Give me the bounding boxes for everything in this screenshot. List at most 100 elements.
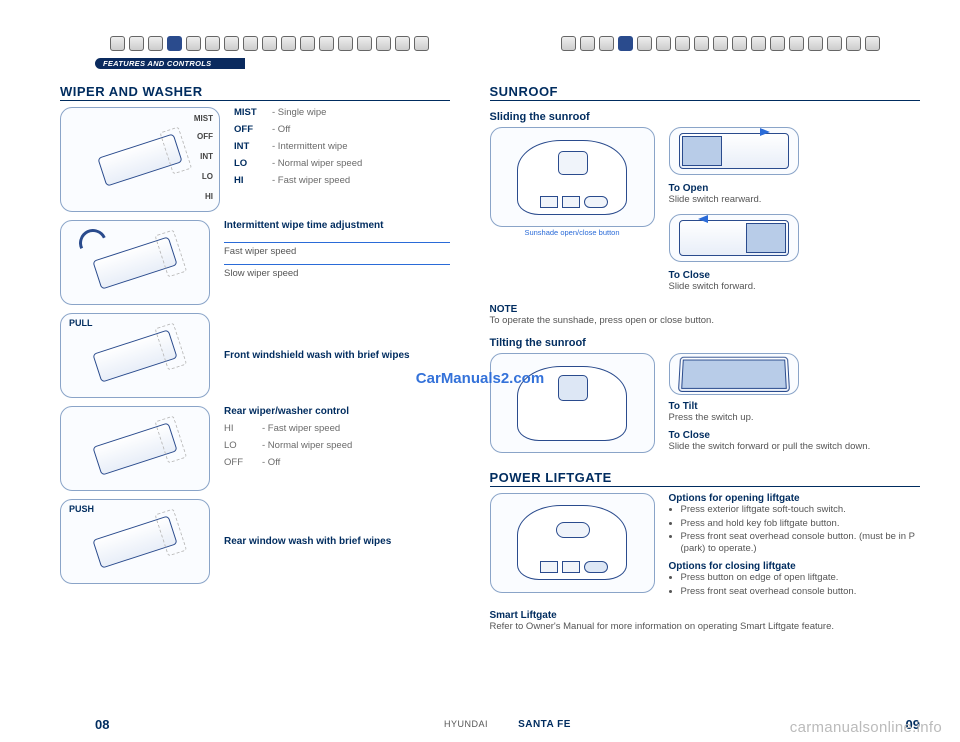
intermittent-illustration xyxy=(60,220,210,305)
tilt-close-label: To Close xyxy=(669,430,921,441)
model-label: SANTA FE xyxy=(518,719,571,730)
stalk-label-lo: LO xyxy=(202,172,213,181)
top-icon xyxy=(789,36,804,51)
sunroof-panel-icon xyxy=(679,133,789,169)
page-number-left: 08 xyxy=(95,717,109,732)
liftgate-console-illustration xyxy=(490,493,655,593)
wiper-stalk-icon xyxy=(97,133,182,186)
tilting-subhead: Tilting the sunroof xyxy=(490,337,921,349)
console-liftgate-highlight xyxy=(584,561,608,573)
sliding-subhead: Sliding the sunroof xyxy=(490,111,921,123)
sunroof-switch-icon xyxy=(558,151,588,175)
top-icon xyxy=(656,36,671,51)
top-icon xyxy=(148,36,163,51)
stalk-label-hi: HI xyxy=(205,192,213,201)
sunroof-close-illustration xyxy=(669,214,799,262)
list-item: Press button on edge of open liftgate. xyxy=(681,572,921,584)
sunshade-callout: Sunshade open/close button xyxy=(524,229,619,237)
sliding-console-illustration xyxy=(490,127,655,227)
top-icon xyxy=(580,36,595,51)
sliding-note-label: NOTE xyxy=(490,304,518,315)
rear-hi-term: HI xyxy=(224,423,256,434)
push-label: PUSH xyxy=(69,504,94,514)
console-open-btn xyxy=(540,196,558,208)
wiper-stalk-icon xyxy=(92,422,177,475)
push-desc: Rear window wash with brief wipes xyxy=(224,536,450,548)
smart-liftgate-text: Refer to Owner's Manual for more informa… xyxy=(490,621,921,633)
console-liftgate-btn xyxy=(584,196,608,208)
rear-defs: Rear wiper/washer control HI- Fast wiper… xyxy=(224,406,450,491)
term-mist: MIST xyxy=(234,107,266,118)
top-icon xyxy=(599,36,614,51)
rear-off-desc: - Off xyxy=(262,457,280,468)
desc-hi: - Fast wiper speed xyxy=(272,175,350,186)
rear-off-term: OFF xyxy=(224,457,256,468)
to-close-label: To Close xyxy=(669,270,921,281)
wiper-washer-title: WIPER AND WASHER xyxy=(60,84,450,101)
category-bar: FEATURES AND CONTROLS xyxy=(95,58,245,69)
top-icon xyxy=(319,36,334,51)
sunroof-panel-icon xyxy=(679,220,789,256)
wiper-modes-defs: MIST- Single wipe OFF- Off INT- Intermit… xyxy=(234,107,450,212)
push-row: PUSH Rear window wash with brief wipes xyxy=(60,499,450,584)
top-icon-strip-left xyxy=(110,36,429,51)
top-icon xyxy=(732,36,747,51)
top-icon xyxy=(338,36,353,51)
liftgate-title: POWER LIFTGATE xyxy=(490,470,921,487)
sliding-row: Sunshade open/close button To Open Slide… xyxy=(490,127,921,294)
list-item: Press exterior liftgate soft-touch switc… xyxy=(681,504,921,516)
top-icon xyxy=(186,36,201,51)
top-icon xyxy=(262,36,277,51)
top-icon xyxy=(827,36,842,51)
list-item: Press and hold key fob liftgate button. xyxy=(681,518,921,530)
console-close-btn xyxy=(562,561,580,573)
site-watermark: carmanualsonline.info xyxy=(790,719,942,736)
desc-mist: - Single wipe xyxy=(272,107,326,118)
sliding-note-text: To operate the sunshade, press open or c… xyxy=(490,315,921,327)
page: WIPER AND WASHER MIST OFF INT LO HI MIST… xyxy=(0,0,960,742)
console-liftgate-btn xyxy=(556,522,590,538)
top-icon xyxy=(414,36,429,51)
sunroof-switch-icon xyxy=(558,375,588,401)
top-icon xyxy=(865,36,880,51)
top-icon xyxy=(808,36,823,51)
wiper-stalk-illustration: MIST OFF INT LO HI xyxy=(60,107,220,212)
overhead-console-icon xyxy=(517,140,627,215)
sunroof-title: SUNROOF xyxy=(490,84,921,101)
top-icon xyxy=(846,36,861,51)
sunroof-open-illustration xyxy=(669,127,799,175)
rear-lo-desc: - Normal wiper speed xyxy=(262,440,352,451)
list-item: Press front seat overhead console button… xyxy=(681,586,921,598)
stalk-label-mist: MIST xyxy=(194,114,213,123)
smart-liftgate-title: Smart Liftgate xyxy=(490,610,921,621)
to-open-desc: Slide switch rearward. xyxy=(669,194,921,206)
intermittent-slow: Slow wiper speed xyxy=(224,264,450,280)
top-icon xyxy=(357,36,372,51)
intermittent-title: Intermittent wipe time adjustment xyxy=(224,220,450,232)
tilting-console-illustration xyxy=(490,353,655,453)
push-illustration: PUSH xyxy=(60,499,210,584)
to-open-label: To Open xyxy=(669,183,921,194)
top-icon xyxy=(300,36,315,51)
stalk-label-off: OFF xyxy=(197,132,213,141)
to-close-desc: Slide switch forward. xyxy=(669,281,921,293)
top-icon xyxy=(110,36,125,51)
liftgate-row: Options for opening liftgate Press exter… xyxy=(490,493,921,600)
tilting-row: To Tilt Press the switch up. To Close Sl… xyxy=(490,353,921,454)
close-options-title: Options for closing liftgate xyxy=(669,561,921,572)
console-close-btn xyxy=(562,196,580,208)
stalk-label-int: INT xyxy=(200,152,213,161)
sunroof-tilt-icon xyxy=(677,357,789,392)
desc-lo: - Normal wiper speed xyxy=(272,158,362,169)
term-lo: LO xyxy=(234,158,266,169)
console-open-btn xyxy=(540,561,558,573)
top-icon-active xyxy=(618,36,633,51)
top-icon xyxy=(243,36,258,51)
to-tilt-desc: Press the switch up. xyxy=(669,412,921,424)
close-options-list: Press button on edge of open liftgate. P… xyxy=(669,572,921,598)
top-icon xyxy=(751,36,766,51)
list-item: Press front seat overhead console button… xyxy=(681,531,921,555)
term-off: OFF xyxy=(234,124,266,135)
intermittent-fast: Fast wiper speed xyxy=(224,242,450,258)
top-icon xyxy=(770,36,785,51)
